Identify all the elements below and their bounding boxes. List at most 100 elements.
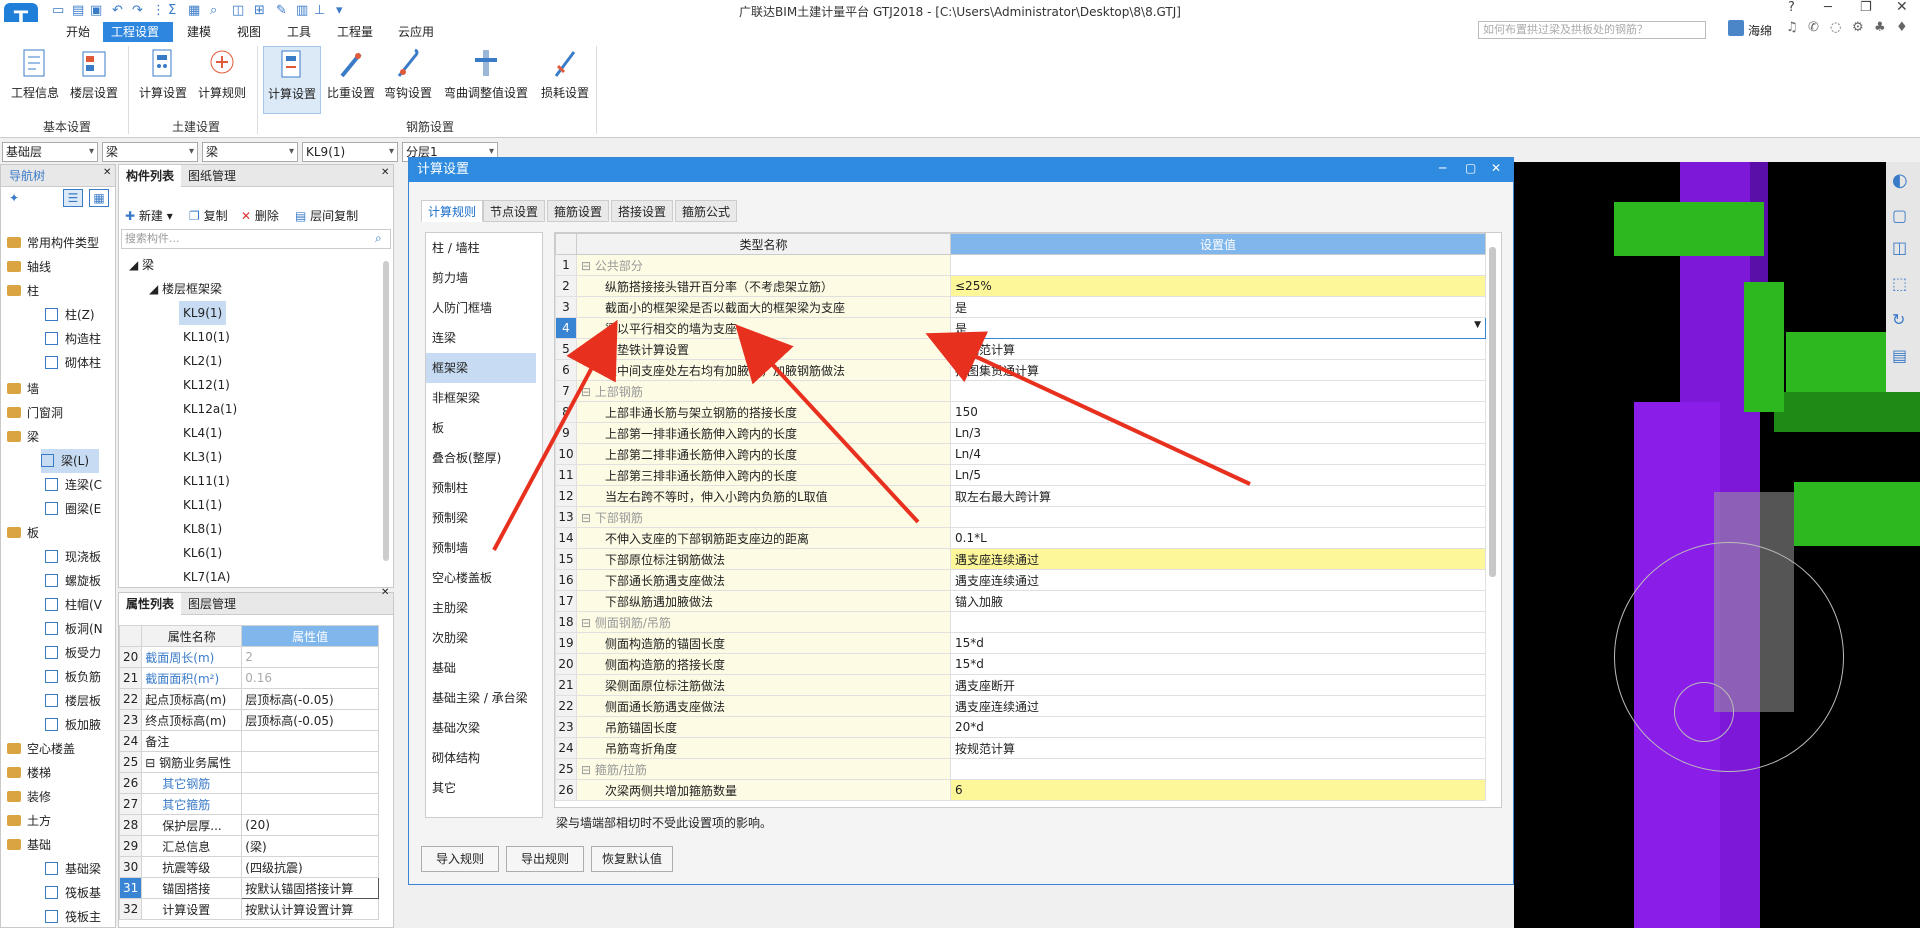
nav-sub-ring-beam[interactable]: 圈梁(E: [45, 497, 101, 521]
prop-row[interactable]: 31 锚固搭接 按默认锚固搭接计算: [118, 877, 379, 899]
copy-button[interactable]: ❐ 复制: [189, 207, 228, 224]
prop-row[interactable]: 22 起点顶标高(m) 层顶标高(-0.05): [118, 688, 379, 710]
grid-row[interactable]: 10 上部第二排非通长筋伸入跨内的长度 Ln/4: [555, 443, 1486, 465]
calc-rules-button[interactable]: 计算规则: [193, 46, 251, 114]
category-item[interactable]: 剪力墙: [426, 263, 536, 293]
category-item[interactable]: 柱 / 墙柱: [426, 233, 536, 263]
grid-row[interactable]: 18 ⊟ 侧面钢筋/吊筋: [555, 611, 1486, 633]
nav-item-common[interactable]: 常用构件类型: [1, 231, 99, 255]
nav-item-decoration[interactable]: 装修: [1, 785, 51, 809]
tree-item[interactable]: KL8(1): [183, 517, 222, 541]
tree-group[interactable]: ◢ 楼层框架梁: [149, 277, 222, 301]
floor-select[interactable]: 基础层: [2, 142, 98, 162]
tab-component-list[interactable]: 构件列表: [119, 165, 182, 187]
tab-layer-manage[interactable]: 图层管理: [181, 593, 243, 615]
nav-item-slab[interactable]: 板: [1, 521, 39, 545]
prop-row[interactable]: 20 截面周长(m) 2: [118, 646, 379, 668]
avatar[interactable]: [1728, 20, 1744, 36]
tile-view-icon[interactable]: ▦: [89, 189, 109, 207]
grid-row[interactable]: 8 上部非通长筋与架立钢筋的搭接长度 150: [555, 401, 1486, 423]
grid-row[interactable]: 6 梁中间支座处左右均有加腋时，加腋钢筋做法 按图集贯通计算: [555, 359, 1486, 381]
category-item[interactable]: 其它: [426, 773, 536, 803]
tree-item[interactable]: KL6(1): [183, 541, 222, 565]
settings-icon[interactable]: ⚙: [1852, 20, 1864, 35]
category-item[interactable]: 空心楼盖板: [426, 563, 536, 593]
prop-row[interactable]: 27 其它箍筋: [118, 793, 379, 815]
grid-row[interactable]: 20 侧面构造筋的搭接长度 15*d: [555, 653, 1486, 675]
tab-stirrup-formula[interactable]: 箍筋公式: [675, 200, 738, 222]
calc-settings-civil-button[interactable]: 计算设置: [134, 46, 192, 114]
category-item[interactable]: 基础次梁: [426, 713, 536, 743]
grid-row[interactable]: 5 梁垫铁计算设置 按规范计算: [555, 338, 1486, 360]
table-view-icon[interactable]: ▤: [1892, 346, 1907, 365]
component-search-input[interactable]: 搜索构件...: [121, 229, 391, 249]
pin-icon[interactable]: ✦: [9, 191, 19, 205]
category-item[interactable]: 连梁: [426, 323, 536, 353]
nav-item-stair[interactable]: 楼梯: [1, 761, 51, 785]
nav-sub-found-beam[interactable]: 基础梁: [45, 857, 101, 881]
grid-row[interactable]: 14 不伸入支座的下部钢筋距支座边的距离 0.1*L: [555, 527, 1486, 549]
prop-row[interactable]: 25 ⊟ 钢筋业务属性: [118, 751, 379, 773]
navigate-icon[interactable]: ◐: [1892, 170, 1908, 191]
type-select[interactable]: 梁: [102, 142, 198, 162]
nav-item-beam[interactable]: 梁: [1, 425, 39, 449]
grid-row[interactable]: 26 次梁两侧共增加箍筋数量 6: [555, 779, 1486, 801]
dropdown-arrow-icon[interactable]: ▼: [1474, 320, 1481, 330]
grid-row[interactable]: 15 下部原位标注钢筋做法 遇支座连续通过: [555, 548, 1486, 570]
nav-item-foundation[interactable]: 基础: [1, 833, 51, 857]
tab-property-list[interactable]: 属性列表: [119, 593, 182, 615]
grid-row[interactable]: 9 上部第一排非通长筋伸入跨内的长度 Ln/3: [555, 422, 1486, 444]
prop-row[interactable]: 28 保护层厚... (20): [118, 814, 379, 836]
tab-calc-rules[interactable]: 计算规则: [421, 200, 484, 222]
parallel-wall-support-select[interactable]: 是 ▼: [950, 317, 1486, 339]
minimize-icon[interactable]: ─: [1824, 0, 1832, 15]
shirt-icon[interactable]: ♣: [1874, 20, 1886, 35]
tab-drawing-manage[interactable]: 图纸管理: [181, 165, 243, 187]
prop-row[interactable]: 24 备注: [118, 730, 379, 752]
grid-row[interactable]: 23 吊筋锚固长度 20*d: [555, 716, 1486, 738]
menu-cloud[interactable]: 云应用: [390, 22, 442, 42]
nav-item-opening[interactable]: 门窗洞: [1, 401, 63, 425]
category-item[interactable]: 基础主梁 / 承台梁: [426, 683, 536, 713]
tree-item[interactable]: KL12(1): [183, 373, 230, 397]
delete-button[interactable]: ✕ 删除: [241, 207, 279, 224]
density-settings-button[interactable]: 比重设置: [322, 46, 380, 114]
nav-item-column[interactable]: 柱: [1, 279, 39, 303]
tree-item[interactable]: KL9(1): [179, 301, 227, 325]
new-button[interactable]: ✚ 新建 ▾: [125, 207, 173, 224]
nav-sub-slab-hole[interactable]: 板洞(N: [45, 617, 103, 641]
menu-quantity[interactable]: 工程量: [329, 22, 381, 42]
property-close-icon[interactable]: ✕: [381, 587, 389, 598]
category-item[interactable]: 人防门框墙: [426, 293, 536, 323]
rotate-icon[interactable]: ↻: [1892, 310, 1905, 329]
tab-stirrup-settings[interactable]: 箍筋设置: [547, 200, 610, 222]
grid-row[interactable]: 21 梁侧面原位标注筋做法 遇支座断开: [555, 674, 1486, 696]
bend-adjust-button[interactable]: 弯曲调整值设置: [436, 46, 536, 114]
nav-sub-column-cap[interactable]: 柱帽(V: [45, 593, 102, 617]
category-item[interactable]: 预制墙: [426, 533, 536, 563]
nav-sub-raft[interactable]: 筏板基: [45, 881, 101, 905]
category-item[interactable]: 基础: [426, 653, 536, 683]
grid-row[interactable]: 25 ⊟ 箍筋/拉筋: [555, 758, 1486, 780]
nav-item-wall[interactable]: 墙: [1, 377, 39, 401]
category-item[interactable]: 主肋梁: [426, 593, 536, 623]
nav-sub-masonry-column[interactable]: 砌体柱: [45, 351, 101, 375]
grid-row[interactable]: 19 侧面构造筋的锚固长度 15*d: [555, 632, 1486, 654]
tree-item[interactable]: KL3(1): [183, 445, 222, 469]
tab-lap-settings[interactable]: 搭接设置: [611, 200, 674, 222]
grid-row[interactable]: 16 下部通长筋遇支座做法 遇支座连续通过: [555, 569, 1486, 591]
2d-view-icon[interactable]: ▢: [1892, 206, 1907, 225]
tree-item[interactable]: KL1(1): [183, 493, 222, 517]
category-item[interactable]: 预制梁: [426, 503, 536, 533]
loss-settings-button[interactable]: 损耗设置: [536, 46, 594, 114]
calc-settings-rebar-button[interactable]: 计算设置: [263, 46, 321, 114]
grid-row[interactable]: 1 ⊟ 公共部分: [555, 254, 1486, 276]
project-info-button[interactable]: 工程信息: [6, 46, 64, 114]
bell-icon[interactable]: ♫: [1786, 20, 1798, 35]
menu-start[interactable]: 开始: [58, 22, 98, 42]
chat-icon[interactable]: ◌: [1830, 20, 1841, 35]
skin-icon[interactable]: ♦: [1896, 20, 1908, 35]
menu-view[interactable]: 视图: [229, 22, 269, 42]
tab-node-settings[interactable]: 节点设置: [483, 200, 546, 222]
nav-sub-slab-neg[interactable]: 板负筋: [45, 665, 101, 689]
